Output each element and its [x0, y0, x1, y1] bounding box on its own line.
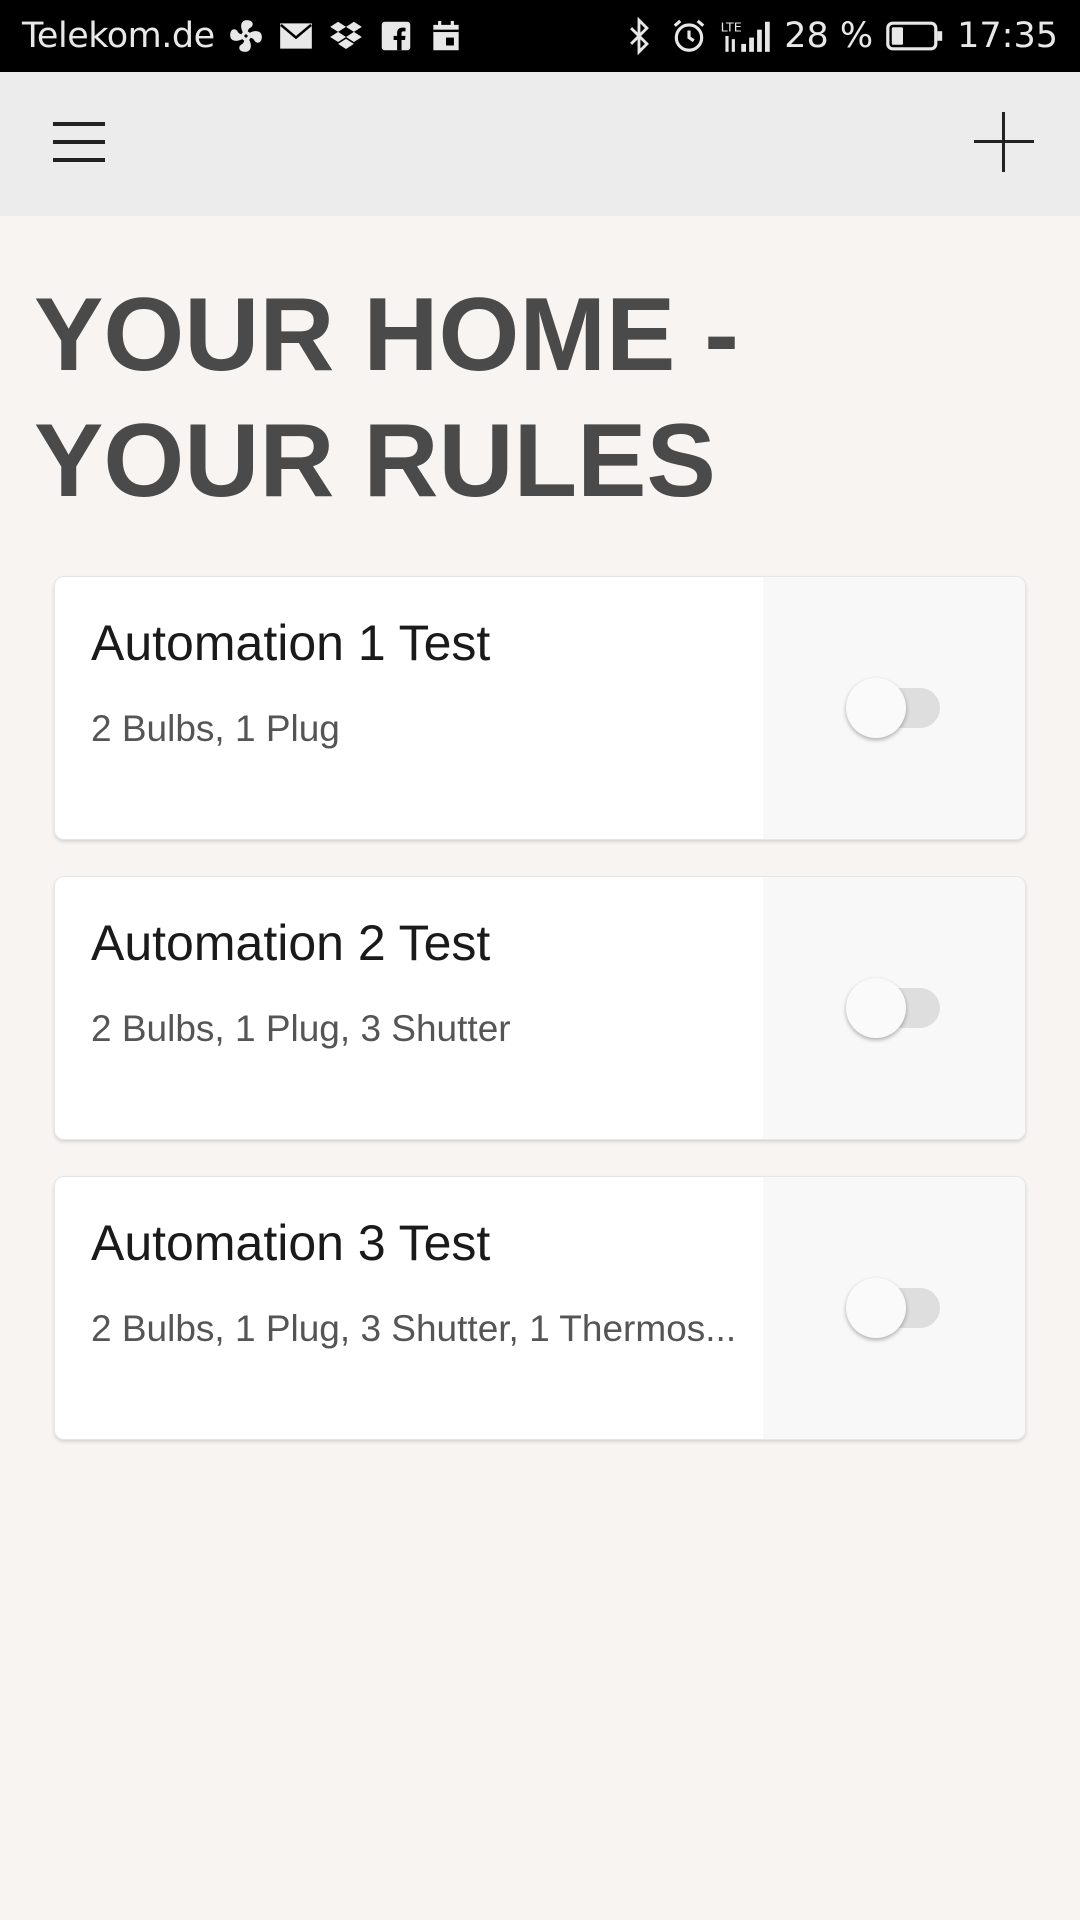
clock: 17:35: [957, 16, 1058, 56]
automation-card-body[interactable]: Automation 1 Test 2 Bulbs, 1 Plug: [55, 577, 763, 839]
automation-card: Automation 3 Test 2 Bulbs, 1 Plug, 3 Shu…: [54, 1176, 1026, 1440]
calendar-icon: [427, 17, 465, 55]
mail-icon: [277, 17, 315, 55]
automation-card-body[interactable]: Automation 3 Test 2 Bulbs, 1 Plug, 3 Shu…: [55, 1177, 763, 1439]
battery-icon: [885, 17, 945, 55]
automation-name: Automation 2 Test: [91, 915, 491, 971]
battery-percent: 28 %: [784, 16, 874, 56]
automation-card-body[interactable]: Automation 2 Test 2 Bulbs, 1 Plug, 3 Shu…: [55, 877, 763, 1139]
menu-button[interactable]: [44, 112, 114, 176]
automation-toggle[interactable]: [846, 678, 942, 738]
automation-card: Automation 2 Test 2 Bulbs, 1 Plug, 3 Shu…: [54, 876, 1026, 1140]
plus-icon: [972, 110, 1036, 179]
toggle-thumb: [846, 978, 906, 1038]
carrier-name: Telekom.de: [22, 16, 215, 56]
automation-toggle-area: [763, 577, 1025, 839]
automation-devices: 2 Bulbs, 1 Plug, 3 Shutter, 1 Thermos...: [91, 1308, 737, 1349]
automation-toggle-area: [763, 1177, 1025, 1439]
hamburger-menu-icon: [51, 118, 107, 171]
toggle-thumb: [846, 1278, 906, 1338]
automation-devices: 2 Bulbs, 1 Plug, 3 Shutter: [91, 1008, 511, 1049]
automation-list: Automation 1 Test 2 Bulbs, 1 Plug Automa…: [54, 576, 1026, 1476]
add-automation-button[interactable]: [964, 104, 1044, 184]
status-bar: Telekom.de LTE 28 % 17:35: [0, 0, 1080, 72]
automation-devices: 2 Bulbs, 1 Plug: [91, 708, 340, 749]
lte-signal-icon: LTE: [720, 17, 772, 55]
bluetooth-icon: [620, 17, 658, 55]
facebook-icon: [377, 17, 415, 55]
automation-toggle-area: [763, 877, 1025, 1139]
dropbox-icon: [327, 17, 365, 55]
page-title: YOUR HOME - YOUR RULES: [34, 277, 739, 519]
toggle-thumb: [846, 678, 906, 738]
app-bar: [0, 72, 1080, 216]
svg-text:LTE: LTE: [721, 19, 742, 34]
automation-name: Automation 1 Test: [91, 615, 491, 671]
fan-icon: [227, 17, 265, 55]
status-bar-left: Telekom.de: [22, 16, 465, 56]
status-bar-right: LTE 28 % 17:35: [620, 16, 1058, 56]
automation-card: Automation 1 Test 2 Bulbs, 1 Plug: [54, 576, 1026, 840]
automation-toggle[interactable]: [846, 1278, 942, 1338]
automation-name: Automation 3 Test: [91, 1215, 491, 1271]
automation-toggle[interactable]: [846, 978, 942, 1038]
alarm-icon: [670, 17, 708, 55]
